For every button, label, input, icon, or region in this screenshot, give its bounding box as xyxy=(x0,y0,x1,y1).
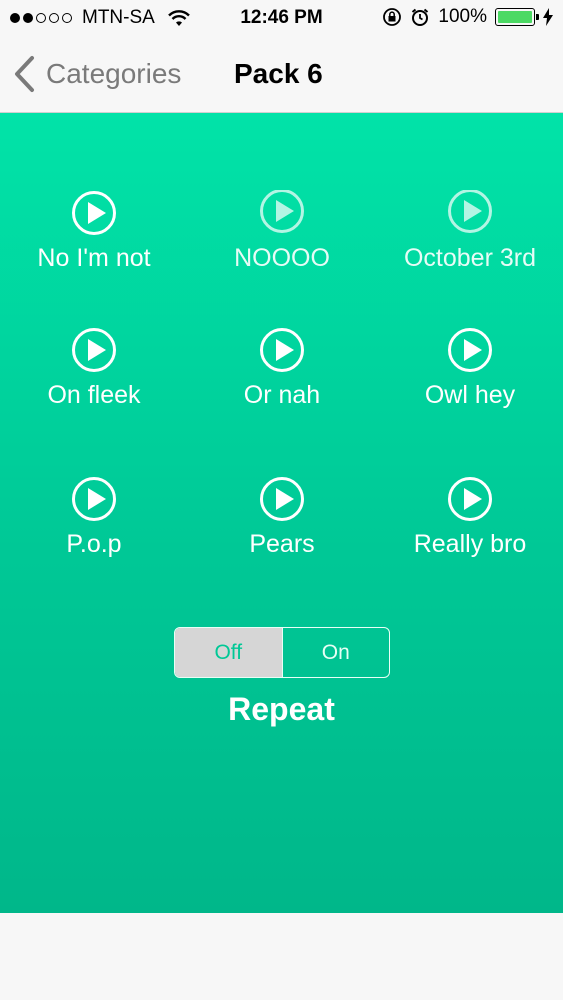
status-bar-right: 100% xyxy=(382,6,553,28)
sound-button[interactable]: P.o.p xyxy=(0,476,188,559)
play-icon xyxy=(72,191,116,235)
play-icon xyxy=(260,328,304,372)
sound-label: No I'm not xyxy=(37,244,151,272)
sound-label: NOOOO xyxy=(234,244,330,272)
bottom-area xyxy=(0,913,563,1000)
sound-label: Really bro xyxy=(413,530,527,558)
repeat-on-segment[interactable]: On xyxy=(281,628,390,677)
back-button[interactable]: Categories xyxy=(12,54,181,94)
play-icon xyxy=(448,190,492,233)
sound-button[interactable]: On fleek xyxy=(0,327,188,410)
repeat-off-segment[interactable]: Off xyxy=(175,628,282,677)
repeat-segmented-control: Off On xyxy=(174,627,390,678)
battery-icon xyxy=(495,8,539,26)
play-icon xyxy=(260,190,304,233)
sound-label: Or nah xyxy=(243,381,321,409)
sound-label: Owl hey xyxy=(424,381,516,409)
sound-button[interactable]: No I'm not xyxy=(0,190,188,273)
navigation-bar: Categories Pack 6 xyxy=(0,38,563,113)
play-icon xyxy=(260,477,304,521)
battery-percent: 100% xyxy=(438,6,487,27)
sound-button[interactable]: Or nah xyxy=(188,327,376,410)
sound-button[interactable]: October 3rd xyxy=(376,190,563,273)
play-icon xyxy=(448,477,492,521)
page-title: Pack 6 xyxy=(234,58,323,89)
sound-button[interactable]: Really bro xyxy=(376,476,563,559)
sound-grid-panel: No I'm not NOOOO October 3rd On fleek Or… xyxy=(0,113,563,913)
sound-label: Pears xyxy=(249,530,315,558)
sound-button[interactable]: Pears xyxy=(188,476,376,559)
status-bar: MTN-SA 12:46 PM 100% xyxy=(0,0,563,38)
repeat-label: Repeat xyxy=(228,691,335,727)
alarm-icon xyxy=(412,8,429,26)
chevron-left-icon xyxy=(15,56,34,92)
sound-label: P.o.p xyxy=(66,530,122,558)
play-icon xyxy=(448,328,492,372)
sound-button[interactable]: Owl hey xyxy=(376,327,563,410)
charging-bolt-icon xyxy=(543,8,553,26)
play-icon xyxy=(72,328,116,372)
play-icon xyxy=(72,477,116,521)
sound-label: October 3rd xyxy=(403,244,536,272)
back-button-label: Categories xyxy=(46,58,182,89)
rotation-lock-icon xyxy=(383,8,402,26)
sound-label: On fleek xyxy=(47,381,141,409)
sound-button[interactable]: NOOOO xyxy=(188,190,376,273)
